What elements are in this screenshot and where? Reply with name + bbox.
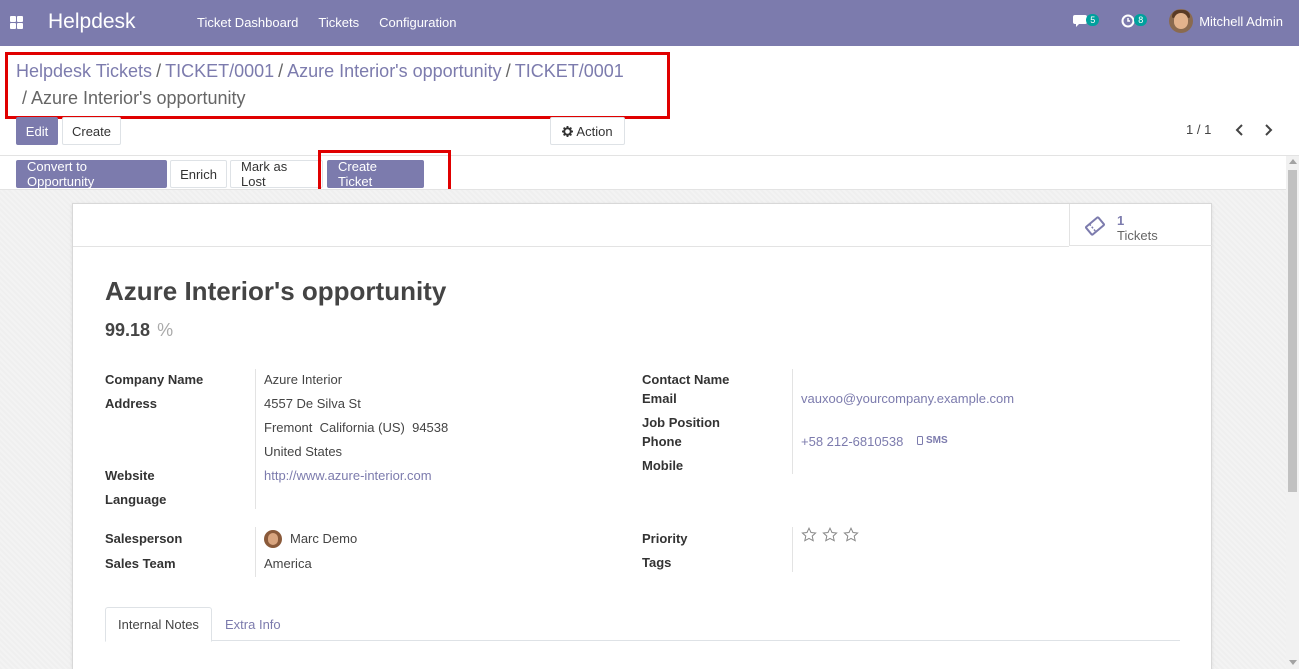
mobile-phone-icon [917,436,923,445]
priority-label: Priority [642,531,688,546]
address-street[interactable]: 4557 De Silva St [264,396,361,411]
scrollbar-thumb[interactable] [1288,170,1297,492]
pager-next-icon[interactable] [1262,123,1274,137]
probability-value: 99.18 [105,320,151,340]
messages-button[interactable]: 5 [1073,11,1100,31]
company-name-value[interactable]: Azure Interior [264,372,342,387]
address-country[interactable]: United States [264,444,342,459]
address-label: Address [105,396,158,411]
field-separator [255,527,256,577]
sms-button[interactable]: SMS [926,435,948,446]
record-title[interactable]: Azure Interior's opportunity [105,276,446,307]
tickets-label: Tickets [1117,228,1158,243]
action-button[interactable]: Action [550,117,625,145]
star-icon[interactable] [843,527,859,543]
apps-menu-icon[interactable] [10,16,23,29]
salesperson-value[interactable]: Marc Demo [290,531,357,546]
phone-link[interactable]: +58 212-6810538 [801,434,903,449]
user-menu[interactable]: Mitchell Admin [1199,14,1283,29]
activities-button[interactable]: 8 [1121,11,1148,31]
website-link[interactable]: http://www.azure-interior.com [264,468,432,483]
field-separator [255,369,256,509]
address-city[interactable]: Fremont California (US) 94538 [264,420,448,435]
pager-value[interactable]: 1 / 1 [1186,122,1211,137]
button-box-divider [73,246,1069,247]
job-position-label: Job Position [642,415,720,430]
email-label: Email [642,391,677,406]
mark-as-lost-button[interactable]: Mark as Lost [230,159,323,189]
menu-ticket-dashboard[interactable]: Ticket Dashboard [197,15,298,30]
salesperson-label: Salesperson [105,531,183,546]
enrich-button[interactable]: Enrich [170,160,227,188]
edit-button[interactable]: Edit [16,117,58,145]
scroll-up-arrow-icon[interactable] [1289,159,1297,164]
company-name-label: Company Name [105,372,204,387]
tickets-count: 1 [1117,213,1125,228]
main-menu: Ticket Dashboard Tickets Configuration [197,15,456,30]
field-separator [792,369,793,474]
top-navbar: Helpdesk Ticket Dashboard Tickets Config… [0,0,1299,46]
clock-icon [1121,14,1135,28]
email-link[interactable]: vauxoo@yourcompany.example.com [801,391,1014,406]
create-button[interactable]: Create [62,117,121,145]
probability-unit: % [157,320,174,340]
tickets-smart-button[interactable]: 1 Tickets [1069,204,1212,246]
star-icon[interactable] [822,527,838,543]
contact-name-label: Contact Name [642,372,730,387]
phone-label: Phone [642,434,682,449]
website-label: Website [105,468,155,483]
menu-configuration[interactable]: Configuration [379,15,456,30]
language-label: Language [105,492,167,507]
form-sheet: 1 Tickets Azure Interior's opportunity 9… [72,203,1212,669]
probability[interactable]: 99.18 % [105,320,173,341]
tab-extra-info[interactable]: Extra Info [213,607,293,641]
gear-icon [562,125,574,137]
menu-tickets[interactable]: Tickets [318,15,359,30]
sales-team-value[interactable]: America [264,556,312,571]
tags-label: Tags [642,555,672,570]
systray: 5 8 Mitchell Admin [1073,9,1283,33]
sales-team-label: Sales Team [105,556,176,571]
ticket-icon [1085,216,1105,236]
tab-internal-notes[interactable]: Internal Notes [105,607,212,642]
action-label: Action [576,123,613,139]
salesperson-avatar [264,530,282,548]
messages-badge: 5 [1086,14,1100,26]
scroll-down-arrow-icon[interactable] [1289,660,1297,665]
create-ticket-highlight-box [318,150,451,194]
notebook-tabs: Internal Notes Extra Info [105,607,1180,642]
control-panel-divider [0,155,1299,156]
user-avatar[interactable] [1169,9,1194,33]
star-icon[interactable] [801,527,817,543]
activities-badge: 8 [1134,14,1148,26]
convert-to-opportunity-button[interactable]: Convert to Opportunity [16,159,167,189]
breadcrumb-highlight-box [5,52,670,119]
mobile-label: Mobile [642,458,684,473]
app-brand[interactable]: Helpdesk [48,10,136,34]
priority-widget [801,527,859,543]
pager-previous-icon[interactable] [1234,123,1246,137]
field-separator [792,527,793,572]
